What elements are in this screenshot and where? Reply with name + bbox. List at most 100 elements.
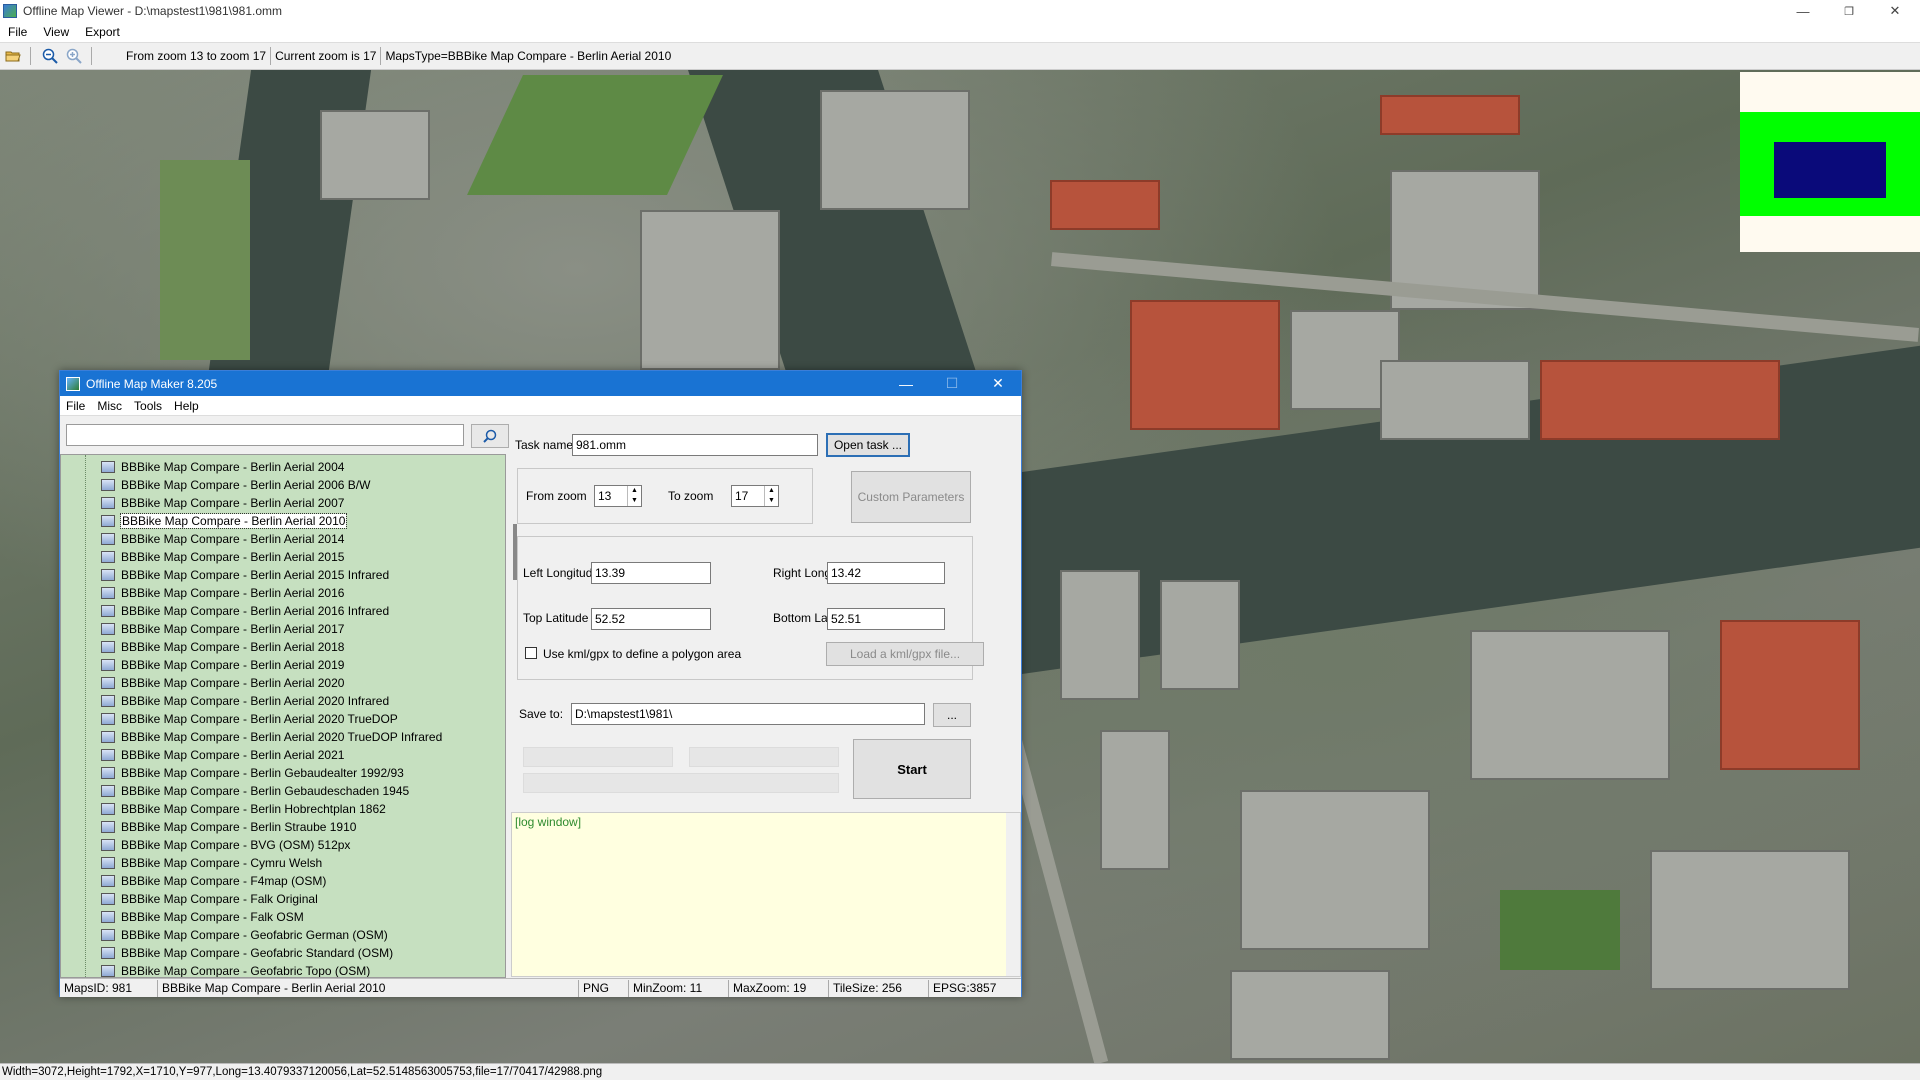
load-kml-button[interactable]: Load a kml/gpx file... xyxy=(826,642,984,666)
close-button[interactable]: ✕ xyxy=(1872,0,1918,22)
kml-checkbox[interactable] xyxy=(525,647,537,659)
tree-item[interactable]: BBBike Map Compare - Geofabric Topo (OSM… xyxy=(101,962,370,977)
tree-item[interactable]: BBBike Map Compare - Berlin Gebaudealter… xyxy=(101,764,404,782)
tree-item[interactable]: BBBike Map Compare - Berlin Hobrechtplan… xyxy=(101,800,386,818)
map-source-icon xyxy=(101,479,115,491)
building xyxy=(1240,790,1430,950)
tree-item-label: BBBike Map Compare - Berlin Aerial 2015 xyxy=(121,550,345,564)
tree-item-label: BBBike Map Compare - Berlin Aerial 2019 xyxy=(121,658,345,672)
dialog-maximize-button[interactable]: ☐ xyxy=(929,371,975,396)
browse-button[interactable]: ... xyxy=(933,703,971,727)
tree-item-label: BBBike Map Compare - Berlin Gebaudeschad… xyxy=(121,784,410,798)
start-button[interactable]: Start xyxy=(853,739,971,799)
tree-item[interactable]: BBBike Map Compare - Berlin Aerial 2019 xyxy=(101,656,344,674)
search-button[interactable] xyxy=(471,424,509,448)
tree-item-label: BBBike Map Compare - Cymru Welsh xyxy=(121,856,323,870)
tree-item[interactable]: BBBike Map Compare - Berlin Aerial 2020 … xyxy=(101,728,442,746)
to-zoom-arrows[interactable]: ▲ ▼ xyxy=(764,486,778,506)
overview-viewport[interactable] xyxy=(1774,142,1886,198)
menu-file[interactable]: File xyxy=(0,25,35,39)
tree-item[interactable]: BBBike Map Compare - Berlin Aerial 2018 xyxy=(101,638,344,656)
map-search-input[interactable] xyxy=(66,424,464,446)
map-source-icon xyxy=(101,623,115,635)
map-source-icon xyxy=(101,839,115,851)
tree-item[interactable]: BBBike Map Compare - Berlin Straube 1910 xyxy=(101,818,356,836)
tree-item[interactable]: BBBike Map Compare - Geofabric Standard … xyxy=(101,944,393,962)
custom-parameters-button[interactable]: Custom Parameters xyxy=(851,471,971,523)
tree-item[interactable]: BBBike Map Compare - Berlin Aerial 2020 … xyxy=(101,710,398,728)
tree-item[interactable]: BBBike Map Compare - Berlin Aerial 2020 xyxy=(101,674,344,692)
minimize-button[interactable]: — xyxy=(1780,0,1826,22)
tree-item[interactable]: BBBike Map Compare - Berlin Aerial 2021 xyxy=(101,746,344,764)
building xyxy=(1160,580,1240,690)
tree-item-label: BBBike Map Compare - Berlin Aerial 2020 xyxy=(121,676,345,690)
map-source-icon xyxy=(101,713,115,725)
tree-item[interactable]: BBBike Map Compare - Falk OSM xyxy=(101,908,304,926)
restore-button[interactable]: ❐ xyxy=(1826,0,1872,22)
tree-item[interactable]: BBBike Map Compare - Berlin Gebaudeschad… xyxy=(101,782,409,800)
tree-item-label: BBBike Map Compare - Berlin Gebaudealter… xyxy=(121,766,404,780)
zoom-in-icon[interactable] xyxy=(63,45,85,67)
map-source-tree[interactable]: BBBike Map Compare - Berlin Aerial 2004 B… xyxy=(60,454,506,978)
tree-item[interactable]: BBBike Map Compare - Berlin Aerial 2020 … xyxy=(101,692,389,710)
tree-item[interactable]: BBBike Map Compare - Berlin Aerial 2014 xyxy=(101,530,344,548)
log-window[interactable]: [log window] xyxy=(511,812,1021,977)
log-scrollbar[interactable] xyxy=(1006,813,1020,976)
building xyxy=(1050,180,1160,230)
building xyxy=(1720,620,1860,770)
map-source-icon xyxy=(101,767,115,779)
open-folder-icon[interactable] xyxy=(2,45,24,67)
tree-item[interactable]: BBBike Map Compare - Berlin Aerial 2016 xyxy=(101,584,344,602)
task-name-input[interactable]: 981.omm xyxy=(572,434,818,456)
dialog-menu-help[interactable]: Help xyxy=(168,399,205,413)
building xyxy=(1130,300,1280,430)
save-to-input[interactable]: D:\mapstest1\981\ xyxy=(571,703,925,725)
bottom-latitude-input[interactable]: 52.51 xyxy=(827,608,945,630)
tree-item[interactable]: BBBike Map Compare - Cymru Welsh xyxy=(101,854,322,872)
building xyxy=(1380,95,1520,135)
tree-item[interactable]: BBBike Map Compare - Berlin Aerial 2010 xyxy=(101,512,348,530)
map-source-icon xyxy=(101,821,115,833)
task-name-label: Task name xyxy=(515,438,574,452)
dialog-close-button[interactable]: ✕ xyxy=(975,371,1021,396)
from-zoom-value: 13 xyxy=(598,489,612,503)
open-task-button[interactable]: Open task ... xyxy=(826,433,910,457)
zoom-out-icon[interactable] xyxy=(39,45,61,67)
tree-item[interactable]: BBBike Map Compare - Berlin Aerial 2006 … xyxy=(101,476,370,494)
from-zoom-spinner[interactable]: 13 ▲ ▼ xyxy=(594,485,642,507)
overview-minimap[interactable] xyxy=(1740,72,1920,252)
tree-item[interactable]: BBBike Map Compare - Berlin Aerial 2016 … xyxy=(101,602,389,620)
map-source-icon xyxy=(101,605,115,617)
save-to-label: Save to: xyxy=(519,707,564,721)
left-longitude-input[interactable]: 13.39 xyxy=(591,562,711,584)
building xyxy=(1060,570,1140,700)
tree-item-label: BBBike Map Compare - Berlin Aerial 2021 xyxy=(121,748,345,762)
search-icon xyxy=(483,429,497,443)
menu-view[interactable]: View xyxy=(35,25,77,39)
dialog-menu-misc[interactable]: Misc xyxy=(91,399,128,413)
tree-item[interactable]: BBBike Map Compare - Berlin Aerial 2015 … xyxy=(101,566,389,584)
right-longitude-input[interactable]: 13.42 xyxy=(827,562,945,584)
top-latitude-input[interactable]: 52.52 xyxy=(591,608,711,630)
tree-item[interactable]: BBBike Map Compare - Falk Original xyxy=(101,890,318,908)
menu-export[interactable]: Export xyxy=(77,25,128,39)
tree-item[interactable]: BBBike Map Compare - F4map (OSM) xyxy=(101,872,326,890)
from-zoom-arrows[interactable]: ▲ ▼ xyxy=(627,486,641,506)
dialog-minimize-button[interactable]: — xyxy=(883,371,929,396)
tree-item[interactable]: BBBike Map Compare - Berlin Aerial 2007 xyxy=(101,494,344,512)
dialog-menu-file[interactable]: File xyxy=(60,399,91,413)
map-source-icon xyxy=(101,929,115,941)
map-source-icon xyxy=(101,695,115,707)
tree-item[interactable]: BBBike Map Compare - Berlin Aerial 2004 xyxy=(101,458,344,476)
tree-item[interactable]: BBBike Map Compare - Berlin Aerial 2017 xyxy=(101,620,344,638)
tree-item[interactable]: BBBike Map Compare - Geofabric German (O… xyxy=(101,926,388,944)
status-maps-id: MapsID: 981 xyxy=(60,979,158,997)
tree-item-label: BBBike Map Compare - Berlin Aerial 2004 xyxy=(121,460,345,474)
tree-item[interactable]: BBBike Map Compare - Berlin Aerial 2015 xyxy=(101,548,344,566)
to-zoom-spinner[interactable]: 17 ▲ ▼ xyxy=(731,485,779,507)
app-icon xyxy=(3,4,17,18)
dialog-menu-tools[interactable]: Tools xyxy=(128,399,168,413)
status-epsg: EPSG:3857 xyxy=(933,980,997,995)
tree-item[interactable]: BBBike Map Compare - BVG (OSM) 512px xyxy=(101,836,350,854)
map-source-icon xyxy=(101,569,115,581)
